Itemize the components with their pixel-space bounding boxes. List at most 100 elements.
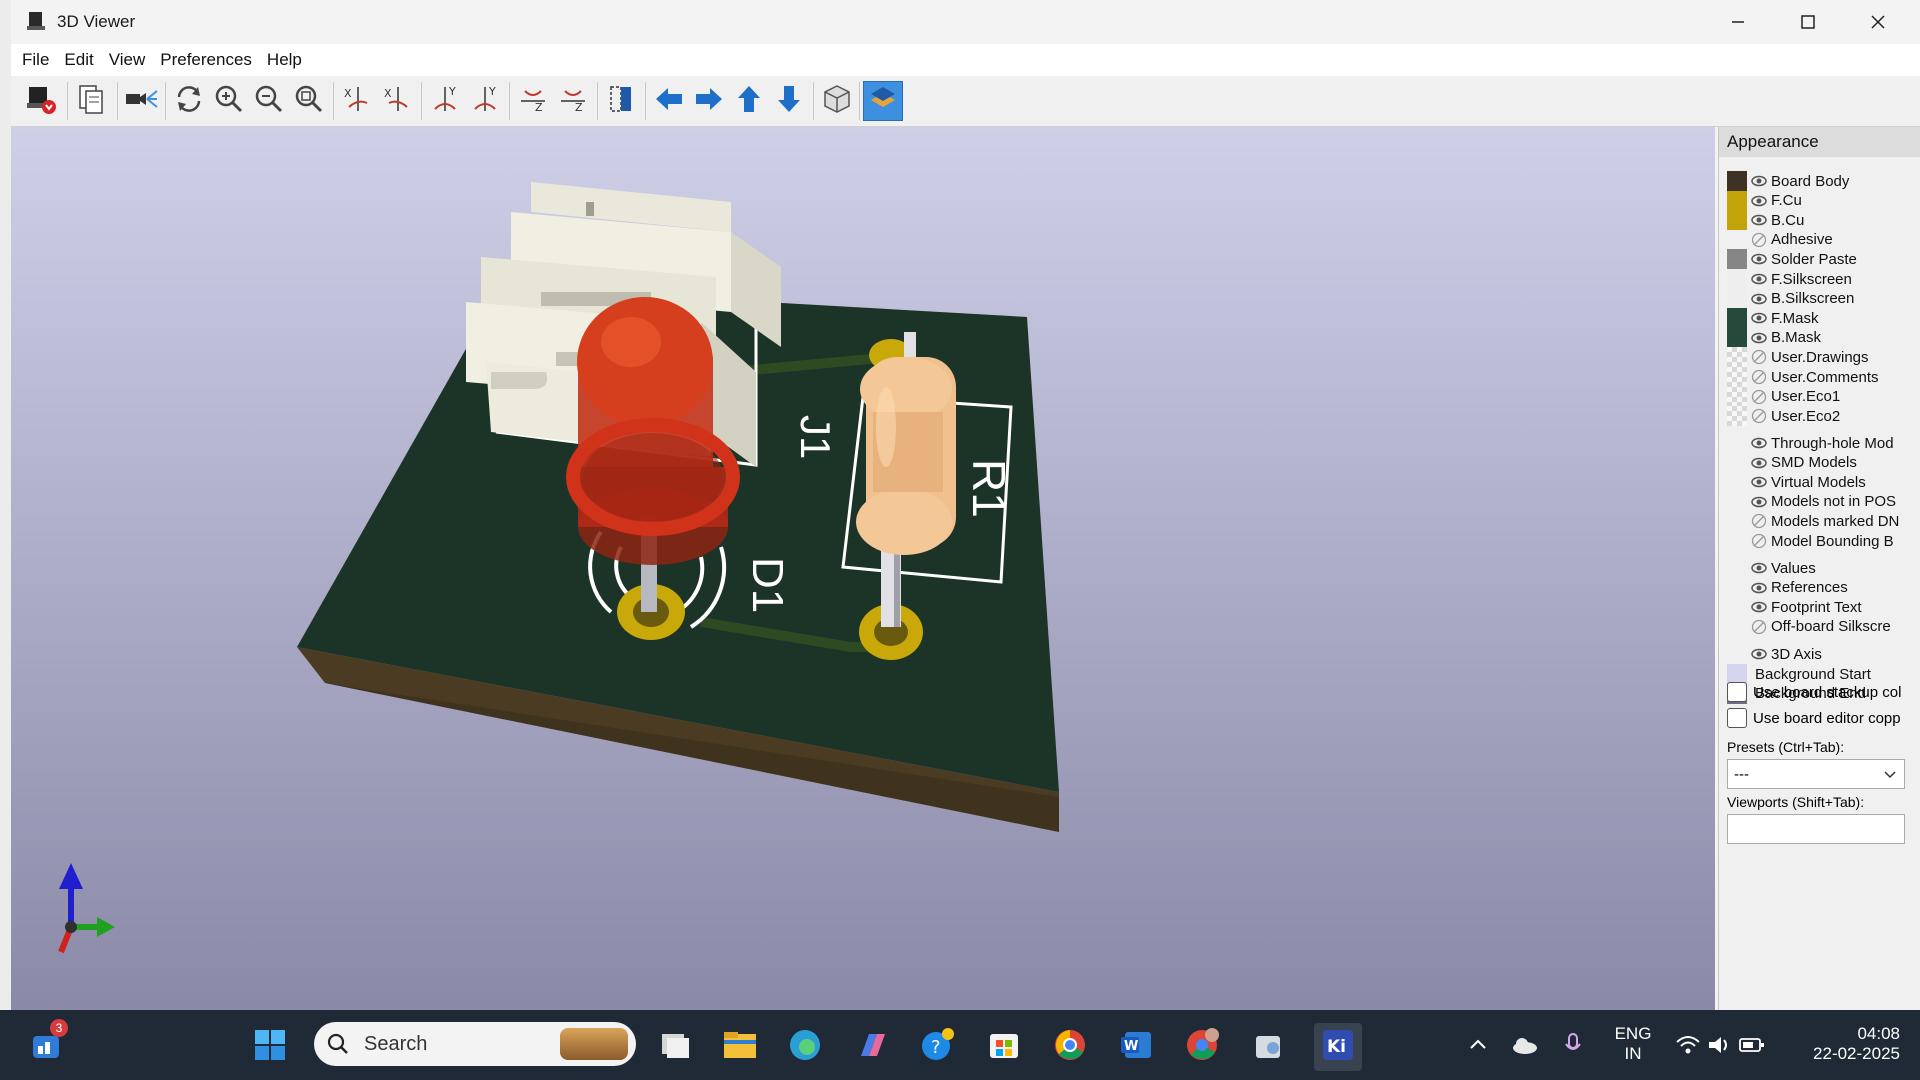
layer-color-swatch[interactable] xyxy=(1727,406,1747,427)
layers-toggle-icon xyxy=(867,83,899,120)
3d-axis-gizmo xyxy=(58,863,115,954)
viewports-dropdown[interactable] xyxy=(1727,814,1905,844)
hidden-icon[interactable] xyxy=(1751,619,1767,635)
taskbar-copilot[interactable] xyxy=(852,1027,892,1067)
copy-button[interactable] xyxy=(71,81,111,121)
clock[interactable]: 04:08 22-02-2025 xyxy=(1790,1024,1900,1064)
battery-button[interactable] xyxy=(1732,1027,1772,1067)
rotate-y-cw-icon: Y xyxy=(429,83,461,120)
eye-icon[interactable] xyxy=(1751,271,1767,287)
use-editor-copper-label: Use board editor copp xyxy=(1753,709,1901,727)
taskbar-recycle-app[interactable] xyxy=(1248,1027,1288,1067)
checkbox-row-copper[interactable]: Use board editor copp xyxy=(1727,708,1901,728)
svg-text:X: X xyxy=(344,87,352,100)
menu-file[interactable]: File xyxy=(22,50,49,70)
layer-name: User.Eco1 xyxy=(1771,388,1841,406)
eye-icon[interactable] xyxy=(1751,494,1767,510)
zoom-out-button[interactable] xyxy=(249,81,289,121)
layer-color-swatch[interactable] xyxy=(1727,617,1747,637)
layer-color-swatch[interactable] xyxy=(1727,644,1747,664)
eye-icon[interactable] xyxy=(1751,560,1767,576)
hidden-icon[interactable] xyxy=(1751,369,1767,385)
eye-icon[interactable] xyxy=(1751,330,1767,346)
layer-name: Models marked DN xyxy=(1771,512,1900,530)
checkbox-row-stackup[interactable]: Use board stackup col xyxy=(1727,682,1901,702)
ortho-button[interactable] xyxy=(817,81,857,121)
eye-icon[interactable] xyxy=(1751,580,1767,596)
layer-name: Model Bounding B xyxy=(1771,532,1894,550)
rotate-y-ccw-button[interactable]: Y xyxy=(465,81,505,121)
eye-icon[interactable] xyxy=(1751,251,1767,267)
presets-value: --- xyxy=(1734,766,1749,783)
hidden-icon[interactable] xyxy=(1751,408,1767,424)
menu-preferences[interactable]: Preferences xyxy=(160,50,252,70)
layer-color-swatch[interactable] xyxy=(1727,531,1747,551)
flip-board-button[interactable] xyxy=(601,81,641,121)
zoom-fit-button[interactable] xyxy=(289,81,329,121)
pan-left-button[interactable] xyxy=(649,81,689,121)
volume-icon xyxy=(1707,1034,1733,1061)
export-button[interactable] xyxy=(21,81,61,121)
layers-toggle-button[interactable] xyxy=(863,81,903,121)
hidden-icon[interactable] xyxy=(1751,513,1767,529)
minimize-button[interactable] xyxy=(1703,0,1773,44)
rotate-x-ccw-button[interactable]: X xyxy=(377,81,417,121)
hidden-icon[interactable] xyxy=(1751,232,1767,248)
layer-name: Background Start xyxy=(1755,665,1871,683)
maximize-button[interactable] xyxy=(1773,0,1843,44)
layer-name: 3D Axis xyxy=(1771,645,1822,663)
eye-icon[interactable] xyxy=(1751,455,1767,471)
taskbar-word[interactable]: W xyxy=(1116,1027,1156,1067)
label-r1: R1 xyxy=(963,459,1015,518)
pan-right-button[interactable] xyxy=(689,81,729,121)
hidden-icon[interactable] xyxy=(1751,533,1767,549)
onedrive-button[interactable] xyxy=(1505,1027,1545,1067)
taskbar-task-view[interactable] xyxy=(655,1027,695,1067)
pan-up-icon xyxy=(733,83,765,120)
eye-icon[interactable] xyxy=(1751,474,1767,490)
use-editor-copper-checkbox[interactable] xyxy=(1727,708,1747,728)
taskbar-chrome[interactable] xyxy=(1050,1027,1090,1067)
eye-icon[interactable] xyxy=(1751,599,1767,615)
eye-icon[interactable] xyxy=(1751,193,1767,209)
rotate-z-ccw-button[interactable]: Z xyxy=(553,81,593,121)
eye-icon[interactable] xyxy=(1751,646,1767,662)
use-stackup-checkbox[interactable] xyxy=(1727,682,1747,702)
taskbar-edge[interactable] xyxy=(785,1027,825,1067)
eye-icon[interactable] xyxy=(1751,291,1767,307)
menu-edit[interactable]: Edit xyxy=(64,50,93,70)
language-indicator[interactable]: ENG IN xyxy=(1608,1024,1658,1064)
layer-row-model-bounding-b[interactable]: Model Bounding B xyxy=(1719,529,1920,553)
eye-icon[interactable] xyxy=(1751,435,1767,451)
raytrace-button[interactable] xyxy=(121,81,161,121)
pan-down-button[interactable] xyxy=(769,81,809,121)
zoom-in-button[interactable] xyxy=(209,81,249,121)
presets-dropdown[interactable]: --- xyxy=(1727,759,1905,789)
rotate-x-cw-button[interactable]: X xyxy=(337,81,377,121)
eye-icon[interactable] xyxy=(1751,212,1767,228)
rotate-x-cw-icon: X xyxy=(341,83,373,120)
microphone-button[interactable] xyxy=(1553,1027,1593,1067)
layer-name: F.Cu xyxy=(1771,192,1802,210)
taskbar-chrome-profile[interactable] xyxy=(1182,1027,1222,1067)
menu-view[interactable]: View xyxy=(109,50,146,70)
close-button[interactable] xyxy=(1843,0,1913,44)
3d-viewport[interactable]: J1 D1 R1 xyxy=(11,127,1715,1010)
hidden-icon[interactable] xyxy=(1751,389,1767,405)
taskbar-file-explorer[interactable] xyxy=(720,1027,760,1067)
taskbar-get-help[interactable]: ? xyxy=(918,1027,958,1067)
pan-up-button[interactable] xyxy=(729,81,769,121)
taskbar-kicad[interactable]: Ki xyxy=(1314,1023,1362,1071)
layer-row-off-board-silkscre[interactable]: Off-board Silkscre xyxy=(1719,615,1920,639)
rotate-y-cw-button[interactable]: Y xyxy=(425,81,465,121)
taskbar-store[interactable] xyxy=(984,1027,1024,1067)
menu-help[interactable]: Help xyxy=(267,50,302,70)
tray-overflow-button[interactable] xyxy=(1458,1027,1498,1067)
taskbar-apps: ? W Ki ENG IN 04:08 22-02-2025 xyxy=(0,1010,1920,1080)
layer-row-user-eco2[interactable]: User.Eco2 xyxy=(1719,404,1920,428)
reload-button[interactable] xyxy=(169,81,209,121)
eye-icon[interactable] xyxy=(1751,310,1767,326)
hidden-icon[interactable] xyxy=(1751,349,1767,365)
rotate-z-cw-button[interactable]: Z xyxy=(513,81,553,121)
eye-icon[interactable] xyxy=(1751,173,1767,189)
